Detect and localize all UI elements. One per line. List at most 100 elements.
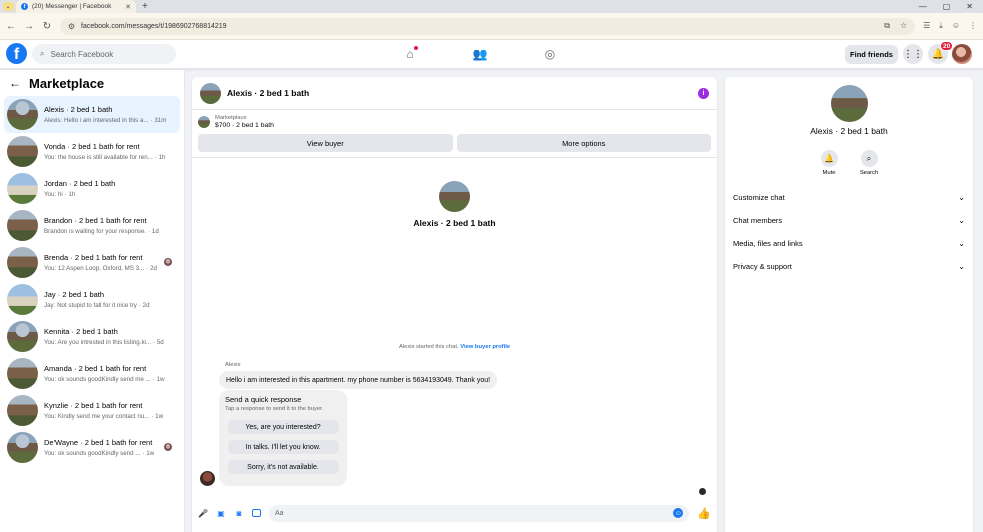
conversation-item[interactable]: Jordan · 2 bed 1 bath You: hi · 1h bbox=[4, 170, 180, 207]
find-friends-button[interactable]: Find friends bbox=[845, 45, 898, 64]
conversation-text: Brenda · 2 bed 1 bath for rent You: 12 As… bbox=[44, 253, 177, 272]
listing-thumbnail bbox=[7, 247, 38, 278]
bookmark-star-icon[interactable]: ☆ bbox=[900, 21, 907, 31]
account-avatar[interactable] bbox=[952, 44, 972, 64]
chevron-down-icon: ⌄ bbox=[958, 239, 965, 248]
minimize-icon[interactable]: — bbox=[919, 0, 927, 13]
menu-item-label: Customize chat bbox=[733, 193, 785, 202]
site-info-icon[interactable]: ⚙ bbox=[68, 22, 75, 31]
view-buyer-button[interactable]: View buyer bbox=[198, 134, 453, 152]
friends-icon[interactable]: 👥 bbox=[470, 44, 490, 64]
message-sender: Alexis bbox=[225, 362, 241, 368]
conversation-item[interactable]: Brandon · 2 bed 1 bath for rent Brandon i… bbox=[4, 207, 180, 244]
menu-item-label: Chat members bbox=[733, 216, 783, 225]
conversation-time: · 1w bbox=[142, 450, 155, 457]
mute-label: Mute bbox=[822, 170, 836, 176]
marketplace-label: Marketplace bbox=[215, 115, 247, 121]
conversation-name: Alexis · 2 bed 1 bath bbox=[44, 105, 113, 114]
forward-icon[interactable]: → bbox=[24, 21, 34, 32]
more-options-button[interactable]: More options bbox=[456, 134, 711, 152]
conversation-item[interactable]: Jay · 2 bed 1 bath Jay: Not stupid to fal… bbox=[4, 281, 180, 318]
menu-grid-icon[interactable]: ⋮⋮ bbox=[903, 44, 923, 64]
search-input[interactable]: ⌕ Search Facebook bbox=[32, 44, 176, 64]
browser-menu-icon[interactable]: ⋮ bbox=[969, 21, 977, 31]
conversation-item[interactable]: Vonda · 2 bed 1 bath for rent You: the ho… bbox=[4, 133, 180, 170]
listing-thumbnail bbox=[198, 116, 210, 128]
details-menu: Customize chat ⌄ Chat members ⌄ Media, fil… bbox=[725, 186, 973, 278]
reload-icon[interactable]: ↻ bbox=[42, 21, 52, 32]
conversation-preview-row: You: hi · 1h bbox=[44, 191, 177, 198]
menu-item-label: Media, files and links bbox=[733, 239, 803, 248]
quick-response-option[interactable]: Yes, are you interested? bbox=[227, 420, 339, 434]
conversation-name: Kynzlie · 2 bed 1 bath for rent bbox=[44, 401, 143, 410]
facebook-logo-icon[interactable]: f bbox=[6, 43, 27, 64]
listing-summary[interactable]: Marketplace $700 · 2 bed 1 bath bbox=[192, 110, 717, 134]
sender-avatar[interactable] bbox=[200, 471, 215, 486]
emoji-icon[interactable]: ☺ bbox=[673, 508, 684, 518]
seen-avatar bbox=[164, 443, 172, 451]
conversation-item[interactable]: Brenda · 2 bed 1 bath for rent You: 12 As… bbox=[4, 244, 180, 281]
conversation-item[interactable]: Alexis · 2 bed 1 bath Alexis: Hello i am … bbox=[4, 96, 180, 133]
privacy-support-item[interactable]: Privacy & support ⌄ bbox=[733, 255, 965, 278]
close-tab-icon[interactable]: ✕ bbox=[125, 3, 131, 11]
profile-icon[interactable]: ☺ bbox=[952, 21, 960, 31]
message-bubble[interactable]: Hello i am interested in this apartment.… bbox=[219, 371, 498, 389]
intro-name: Alexis · 2 bed 1 bath bbox=[413, 218, 496, 228]
conversation-item[interactable]: Amanda · 2 bed 1 bath for rent You: ok so… bbox=[4, 355, 180, 392]
bell-icon: 🔔 bbox=[820, 150, 838, 167]
message-input[interactable]: Aa ☺ bbox=[269, 504, 690, 522]
conversation-preview: You: Are you intrested in this listing.k… bbox=[44, 339, 152, 346]
search-icon: ⌕ bbox=[40, 49, 45, 58]
conversation-item[interactable]: Kynzlie · 2 bed 1 bath for rent You: Kind… bbox=[4, 392, 180, 429]
conversation-preview-row: You: ok sounds goodKindly send me ... · 1… bbox=[44, 376, 177, 383]
media-files-links-item[interactable]: Media, files and links ⌄ bbox=[733, 232, 965, 255]
address-bar[interactable]: ⚙ facebook.com/messages/t/19869027688142… bbox=[59, 17, 916, 35]
cast-icon[interactable]: ⧉ bbox=[884, 21, 890, 31]
microphone-icon[interactable]: 🎤 bbox=[198, 508, 208, 518]
chat-avatar[interactable] bbox=[200, 82, 221, 104]
main-nav: ⌂ 👥 ◎ bbox=[400, 44, 560, 64]
tab-search-button[interactable]: ⌄ bbox=[0, 0, 16, 13]
inbox-header: ← Marketplace bbox=[0, 70, 184, 96]
search-button[interactable]: ⌕ Search bbox=[858, 150, 880, 176]
sticker-icon[interactable]: ◙ bbox=[234, 508, 244, 518]
listing-thumbnail bbox=[7, 284, 38, 315]
seen-avatar bbox=[164, 258, 172, 266]
notification-badge: 20 bbox=[940, 41, 954, 51]
back-icon[interactable]: ← bbox=[6, 21, 16, 32]
chevron-down-icon: ⌄ bbox=[2, 2, 14, 11]
mute-button[interactable]: 🔔 Mute bbox=[818, 150, 840, 176]
conversation-time: · 1w bbox=[151, 413, 164, 420]
marketplace-inbox: ← Marketplace Alexis · 2 bed 1 bath Alexi… bbox=[0, 70, 185, 532]
conversation-preview: You: the house is still available for re… bbox=[44, 154, 153, 161]
chevron-down-icon: ⌄ bbox=[958, 216, 965, 225]
conversation-item[interactable]: De'Wayne · 2 bed 1 bath for rent You: ok … bbox=[4, 429, 180, 466]
new-tab-button[interactable]: + bbox=[136, 0, 154, 13]
listing-price: $700 · 2 bed 1 bath bbox=[215, 122, 274, 129]
view-buyer-profile-link[interactable]: View buyer profile bbox=[460, 344, 510, 350]
quick-response-title: Send a quick response bbox=[225, 395, 302, 404]
chat-details-panel: Alexis · 2 bed 1 bath 🔔 Mute ⌕ Search Cu… bbox=[725, 77, 973, 532]
conversation-text: Alexis · 2 bed 1 bath Alexis: Hello i am … bbox=[44, 105, 177, 124]
downloads-icon[interactable]: ⤓ bbox=[939, 21, 943, 31]
message-composer: 🎤 ▣ ◙ Aa ☺ 👍 bbox=[192, 502, 717, 524]
maximize-icon[interactable]: ▢ bbox=[943, 0, 951, 13]
back-arrow-icon[interactable]: ← bbox=[9, 76, 21, 90]
quick-response-option[interactable]: Sorry, it's not available. bbox=[227, 460, 339, 474]
home-icon[interactable]: ⌂ bbox=[400, 44, 420, 64]
chat-members-item[interactable]: Chat members ⌄ bbox=[733, 209, 965, 232]
quick-response-option[interactable]: In talks. I'll let you know. bbox=[227, 440, 339, 454]
photo-icon[interactable]: ▣ bbox=[216, 508, 226, 518]
browser-tab[interactable]: f (20) Messenger | Facebook ✕ bbox=[16, 0, 136, 13]
gif-icon[interactable] bbox=[252, 509, 261, 517]
groups-icon[interactable]: ◎ bbox=[540, 44, 560, 64]
conversation-item[interactable]: Kennita · 2 bed 1 bath You: Are you intre… bbox=[4, 318, 180, 355]
intro-avatar[interactable] bbox=[439, 181, 470, 212]
details-avatar[interactable] bbox=[830, 85, 868, 122]
close-window-icon[interactable]: ✕ bbox=[966, 0, 973, 13]
info-icon[interactable]: i bbox=[698, 87, 709, 99]
thumbs-up-icon[interactable]: 👍 bbox=[697, 507, 711, 520]
customize-chat-item[interactable]: Customize chat ⌄ bbox=[733, 186, 965, 209]
chat-title[interactable]: Alexis · 2 bed 1 bath bbox=[227, 88, 309, 98]
reading-list-icon[interactable]: ☰ bbox=[923, 21, 930, 31]
